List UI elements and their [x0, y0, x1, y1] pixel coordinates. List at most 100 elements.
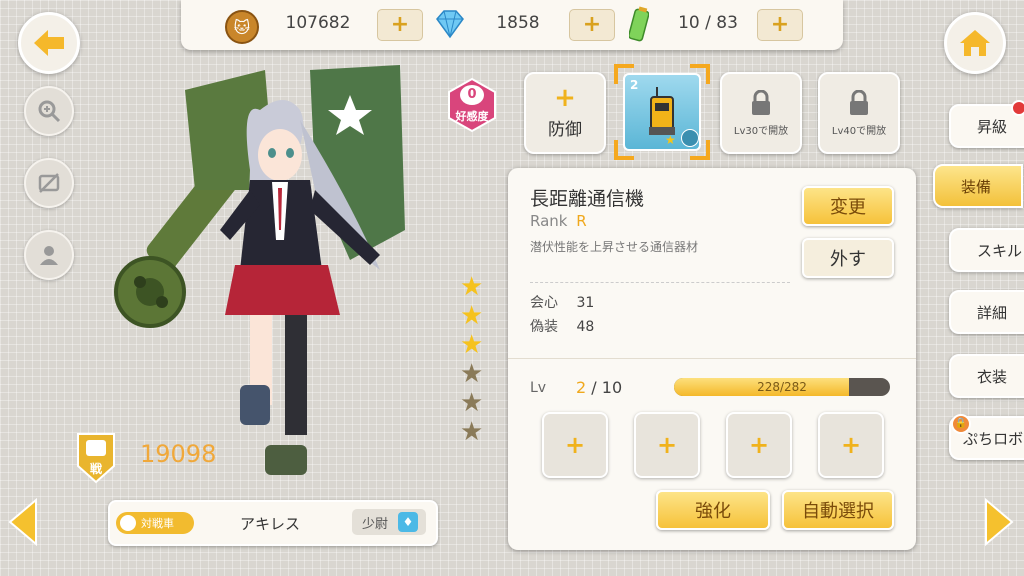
- star-filled-icon: ★: [460, 330, 484, 360]
- notification-dot: [1011, 100, 1024, 116]
- slot-label: 防御: [548, 119, 582, 140]
- tab-label: 装備: [961, 177, 992, 196]
- enhance-button[interactable]: 強化: [656, 490, 770, 530]
- item-name: 長距離通信機: [530, 188, 645, 210]
- material-slot[interactable]: +: [542, 412, 608, 478]
- lock-badge-icon: 🔒: [951, 414, 971, 434]
- tab-skill[interactable]: スキル: [949, 228, 1024, 272]
- divider: [508, 358, 916, 359]
- level-max: / 10: [591, 378, 623, 397]
- power-badge: 戦: [74, 432, 118, 484]
- stat-camo: 偽装 48: [530, 316, 594, 336]
- gem-icon: [433, 8, 467, 44]
- star-filled-icon: ★: [460, 301, 484, 331]
- material-slot[interactable]: +: [726, 412, 792, 478]
- stat-name: 会心: [530, 295, 558, 311]
- rank-label: 少尉: [362, 516, 389, 532]
- add-stamina-button[interactable]: +: [757, 9, 803, 41]
- divider: [530, 282, 790, 283]
- rank-label: Rank: [530, 212, 568, 230]
- character-name-bar: 対戦車 アキレス 少尉 ♦: [108, 500, 438, 546]
- back-arrow-icon: [34, 30, 64, 56]
- star-empty-icon: ★: [460, 388, 484, 418]
- slot-label: Lv30で開放: [733, 125, 789, 137]
- stamina-count: 10 / 83: [678, 13, 738, 33]
- star-empty-icon: ★: [460, 359, 484, 389]
- star-filled-icon: ★: [460, 272, 484, 302]
- rank-badge: 少尉 ♦: [352, 509, 426, 535]
- affection-badge[interactable]: 0 好感度: [446, 77, 498, 133]
- tab-label: 昇級: [977, 117, 1008, 136]
- rank-row: Rank R: [530, 212, 587, 230]
- affection-value: 0: [460, 85, 484, 105]
- level-label: Lv: [530, 380, 547, 396]
- tab-petit-robo[interactable]: ぷちロボ 🔒: [949, 414, 1024, 460]
- battery-icon: [628, 6, 650, 46]
- stat-value: 48: [576, 319, 595, 335]
- remove-button[interactable]: 外す: [802, 238, 894, 278]
- affection-label: 好感度: [455, 110, 489, 123]
- gem-count: 1858: [496, 13, 540, 33]
- power-label: 戦: [89, 462, 102, 476]
- hide-ui-icon: [38, 173, 60, 193]
- tab-details[interactable]: 詳細: [949, 290, 1024, 334]
- rarity-star-icon: ★: [665, 133, 676, 147]
- character-name: アキレス: [239, 515, 300, 533]
- equip-slot-locked-lv30[interactable]: Lv30で開放: [720, 72, 802, 154]
- home-icon: [960, 30, 990, 56]
- prev-character-button[interactable]: [6, 497, 40, 550]
- arrow-left-icon: [8, 497, 37, 547]
- auto-select-button[interactable]: 自動選択: [782, 490, 894, 530]
- tab-label: 衣装: [977, 367, 1008, 386]
- add-icon: +: [554, 82, 576, 113]
- item-description: 潜伏性能を上昇させる通信器材: [530, 240, 699, 254]
- profile-icon: [40, 246, 58, 265]
- type-badge: 対戦車: [116, 512, 194, 534]
- exp-bar: 228/282: [674, 378, 890, 396]
- hide-ui-button[interactable]: [24, 158, 74, 208]
- add-gems-button[interactable]: +: [569, 9, 615, 41]
- character-illustration: [100, 40, 420, 500]
- tab-costume[interactable]: 衣装: [949, 354, 1024, 398]
- next-character-button[interactable]: [982, 497, 1016, 550]
- tab-promotion[interactable]: 昇級: [949, 100, 1024, 148]
- material-slot[interactable]: +: [634, 412, 700, 478]
- radio-device-icon: [649, 87, 675, 135]
- coin-icon: 🐱: [225, 10, 259, 44]
- type-label: 対戦車: [141, 517, 174, 530]
- level-current: 2: [576, 378, 587, 397]
- back-button[interactable]: [18, 12, 80, 74]
- arrow-right-icon: [985, 497, 1014, 547]
- lock-icon: [752, 89, 770, 115]
- equip-slot-locked-lv40[interactable]: Lv40で開放: [818, 72, 900, 154]
- lock-icon: [850, 89, 868, 115]
- diamond-rank-icon: ♦: [398, 512, 419, 532]
- tab-label: ぷちロボ: [963, 429, 1024, 448]
- zoom-button[interactable]: [24, 86, 74, 136]
- stat-crit: 会心 31: [530, 292, 594, 312]
- change-button[interactable]: 変更: [802, 186, 894, 226]
- equip-slot-selected[interactable]: 2 ★: [614, 64, 710, 160]
- exp-text: 228/282: [757, 380, 807, 394]
- star-empty-icon: ★: [460, 417, 484, 447]
- slot-label: Lv40で開放: [831, 125, 887, 137]
- item-thumbnail: 2 ★: [623, 73, 701, 151]
- equipment-detail-panel: 長距離通信機 Rank R 潜伏性能を上昇させる通信器材 変更 外す 会心 31…: [508, 168, 916, 550]
- stat-value: 31: [576, 295, 595, 311]
- coin-count: 107682: [285, 13, 351, 33]
- tab-equipment[interactable]: 装備: [933, 164, 1023, 208]
- target-icon: [681, 129, 699, 147]
- home-button[interactable]: [944, 12, 1006, 74]
- profile-button[interactable]: [24, 230, 74, 280]
- combat-power: 19098: [140, 440, 217, 468]
- tab-label: スキル: [977, 241, 1023, 260]
- equip-slot-defense[interactable]: + 防御: [524, 72, 606, 154]
- level-display: 2 / 10: [576, 378, 622, 397]
- tank-type-icon: [120, 515, 136, 531]
- add-coins-button[interactable]: +: [377, 9, 423, 41]
- material-slot[interactable]: +: [818, 412, 884, 478]
- slot-level: 2: [630, 78, 639, 92]
- tab-label: 詳細: [977, 303, 1008, 322]
- rank-value: R: [576, 212, 587, 230]
- zoom-icon: [38, 100, 61, 123]
